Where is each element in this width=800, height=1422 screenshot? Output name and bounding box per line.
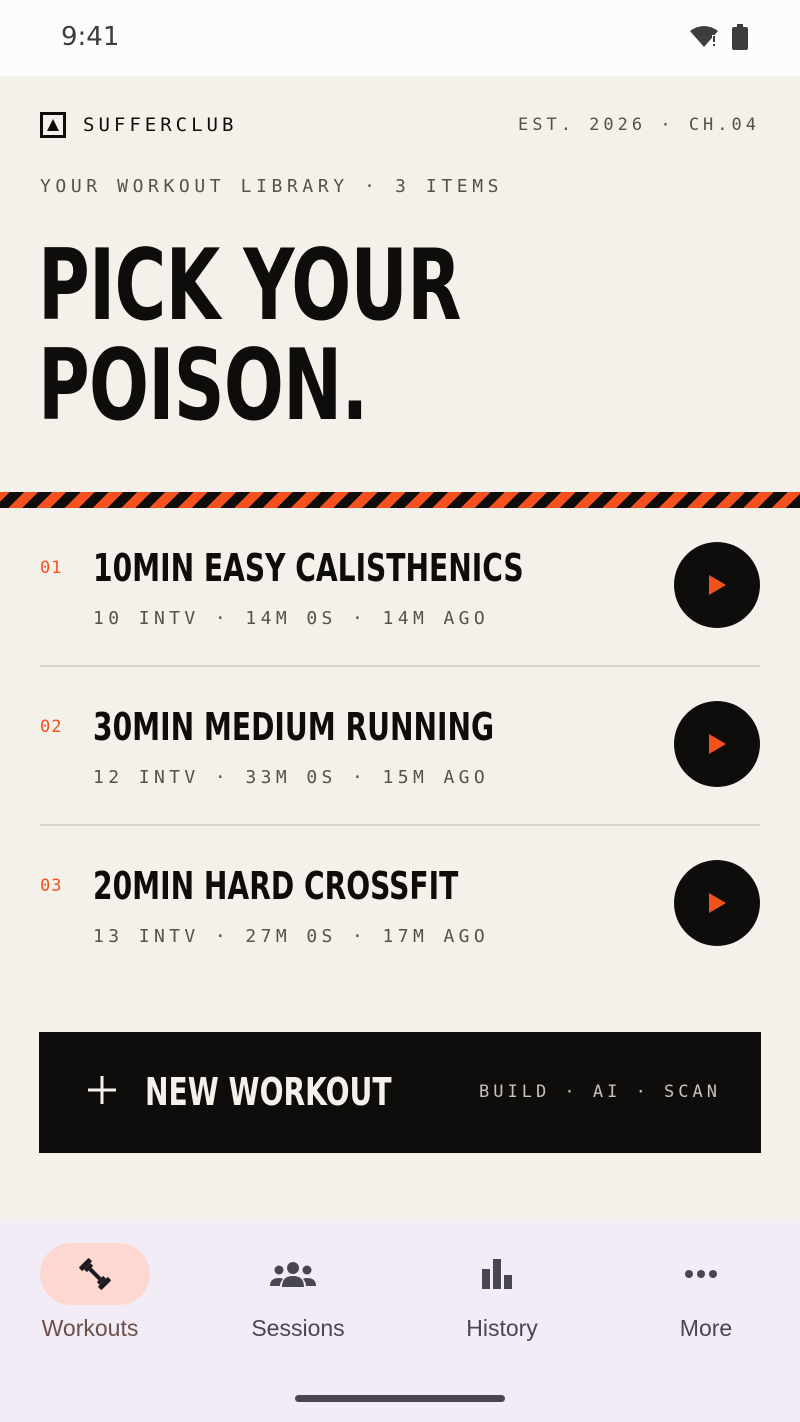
workout-meta: 13 INTV · 27M 0S · 17M AGO <box>93 926 490 947</box>
brand-logo-icon <box>40 112 66 138</box>
home-indicator[interactable] <box>295 1395 505 1402</box>
page-title-line-2: POISON. <box>38 329 368 443</box>
brand-name: SUFFERCLUB <box>83 114 238 136</box>
nav-icon-wrap <box>442 1243 552 1305</box>
wifi-icon <box>690 25 718 54</box>
nav-item-history[interactable]: History <box>402 1243 602 1363</box>
nav-icon-wrap <box>238 1243 348 1305</box>
workout-title: 30MIN MEDIUM RUNNING <box>93 705 495 749</box>
nav-icon-wrap <box>646 1243 756 1305</box>
nav-label-history: History <box>466 1315 538 1341</box>
nav-active-indicator <box>40 1243 150 1305</box>
status-bar: 9:41 <box>0 0 800 76</box>
play-button[interactable] <box>674 542 760 628</box>
new-workout-options: BUILD · AI · SCAN <box>479 1082 721 1102</box>
dumbbell-icon <box>79 1258 111 1290</box>
page-title: PICK YOUR POISON. <box>38 236 542 436</box>
new-workout-label: NEW WORKOUT <box>145 1070 392 1114</box>
play-button[interactable] <box>674 701 760 787</box>
workout-list: 01 10MIN EASY CALISTHENICS 10 INTV · 14M… <box>40 508 760 985</box>
bar-chart-icon <box>482 1259 512 1289</box>
nav-item-more[interactable]: More <box>606 1243 800 1363</box>
workout-row[interactable]: 02 30MIN MEDIUM RUNNING 12 INTV · 33M 0S… <box>40 667 760 826</box>
play-button[interactable] <box>674 860 760 946</box>
workout-meta: 12 INTV · 33M 0S · 15M AGO <box>93 767 490 788</box>
play-icon <box>709 893 726 913</box>
workout-title: 10MIN EASY CALISTHENICS <box>93 546 524 590</box>
workout-title: 20MIN HARD CROSSFIT <box>93 864 459 908</box>
page-title-line-1: PICK YOUR <box>38 229 461 343</box>
workout-number: 03 <box>40 876 63 896</box>
bottom-navigation: Workouts Sessions History More <box>0 1219 800 1422</box>
workout-meta: 10 INTV · 14M 0S · 14M AGO <box>93 608 490 629</box>
workout-number: 02 <box>40 717 63 737</box>
nav-item-workouts[interactable]: Workouts <box>0 1243 200 1363</box>
library-subtitle: YOUR WORKOUT LIBRARY · 3 ITEMS <box>40 176 504 197</box>
workout-library-screen: SUFFERCLUB EST. 2026 · CH.04 YOUR WORKOU… <box>0 76 800 1219</box>
battery-icon <box>732 24 748 55</box>
status-icons <box>690 24 748 55</box>
more-horizontal-icon <box>685 1270 717 1278</box>
workout-row[interactable]: 03 20MIN HARD CROSSFIT 13 INTV · 27M 0S … <box>40 826 760 985</box>
plus-icon <box>87 1075 117 1110</box>
play-icon <box>709 734 726 754</box>
hazard-stripe-divider <box>0 492 800 508</box>
status-time: 9:41 <box>61 22 120 52</box>
workout-number: 01 <box>40 558 63 578</box>
edition-label: EST. 2026 · CH.04 <box>518 115 760 135</box>
play-icon <box>709 575 726 595</box>
nav-label-workouts: Workouts <box>41 1315 139 1341</box>
nav-label-more: More <box>679 1315 733 1341</box>
nav-label-sessions: Sessions <box>251 1315 345 1341</box>
workout-row[interactable]: 01 10MIN EASY CALISTHENICS 10 INTV · 14M… <box>40 508 760 667</box>
group-icon <box>270 1262 316 1287</box>
new-workout-button[interactable]: NEW WORKOUT BUILD · AI · SCAN <box>39 1032 761 1153</box>
brand-row: SUFFERCLUB EST. 2026 · CH.04 <box>40 112 760 138</box>
nav-item-sessions[interactable]: Sessions <box>198 1243 398 1363</box>
